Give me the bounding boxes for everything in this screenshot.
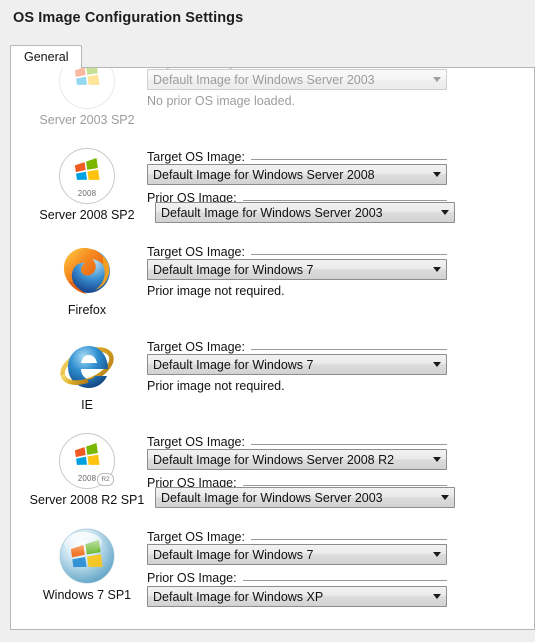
internet-explorer-icon bbox=[59, 338, 115, 394]
prior-os-image-dropdown-windows-7-sp1[interactable]: Default Image for Windows XP bbox=[147, 586, 447, 607]
target-os-image-value: Default Image for Windows 7 bbox=[153, 357, 314, 372]
os-caption-server-2008-r2-sp1: Server 2008 R2 SP1 bbox=[29, 493, 145, 507]
windows-server-2003-icon bbox=[59, 67, 115, 109]
row-separator bbox=[11, 614, 534, 615]
page-title: OS Image Configuration Settings bbox=[13, 10, 244, 26]
windows-orb-icon bbox=[59, 528, 115, 584]
label-rule bbox=[250, 254, 447, 255]
os-caption-ie: IE bbox=[81, 398, 93, 412]
windows-flag-icon bbox=[70, 67, 104, 92]
firefox-logo-icon bbox=[63, 247, 110, 294]
label-rule bbox=[250, 349, 447, 350]
chevron-down-icon[interactable] bbox=[435, 203, 454, 222]
prior-os-image-dropdown-server-2008-r2-sp1[interactable]: Default Image for Windows Server 2003 bbox=[155, 487, 455, 508]
os-row-windows-7-sp1: Windows 7 SP1 Target OS Image: Default I… bbox=[11, 520, 534, 615]
chevron-down-icon[interactable] bbox=[427, 260, 446, 279]
prior-os-image-label: Prior OS Image: bbox=[147, 571, 237, 585]
label-rule bbox=[250, 539, 447, 540]
chevron-down-icon[interactable] bbox=[427, 70, 446, 89]
r2-badge: R2 bbox=[97, 473, 114, 486]
label-rule bbox=[242, 200, 447, 201]
target-os-image-value: Default Image for Windows 7 bbox=[153, 547, 314, 562]
os-row-server-2003-sp2: Server 2003 SP2 Target OS Image: Default… bbox=[11, 67, 534, 140]
os-row-firefox: Firefox Target OS Image: Default Image f… bbox=[11, 235, 534, 330]
target-os-image-dropdown-server-2008-r2-sp1[interactable]: Default Image for Windows Server 2008 R2 bbox=[147, 449, 447, 470]
settings-panel: Server 2003 SP2 Target OS Image: Default… bbox=[10, 67, 535, 630]
label-rule bbox=[242, 485, 447, 486]
os-icon-block-server-2008-r2-sp1: 2008 R2 Server 2008 R2 SP1 bbox=[30, 433, 144, 507]
firefox-icon bbox=[59, 243, 115, 299]
prior-image-note-server-2003-sp2: No prior OS image loaded. bbox=[147, 94, 295, 108]
target-label-line-windows-7-sp1: Target OS Image: bbox=[147, 526, 447, 544]
windows-server-2008-r2-icon: 2008 R2 bbox=[59, 433, 115, 489]
os-icon-block-firefox: Firefox bbox=[44, 243, 130, 317]
os-caption-server-2003-sp2: Server 2003 SP2 bbox=[39, 113, 135, 127]
label-rule bbox=[250, 159, 447, 160]
target-os-image-label: Target OS Image: bbox=[147, 530, 245, 544]
os-row-server-2008-sp2: 2008 Server 2008 SP2 Target OS Image: De… bbox=[11, 140, 534, 235]
prior-image-note-ie: Prior image not required. bbox=[147, 379, 285, 393]
internet-explorer-logo-icon bbox=[60, 346, 114, 388]
tab-general[interactable]: General bbox=[10, 45, 83, 68]
chevron-down-icon[interactable] bbox=[427, 587, 446, 606]
prior-os-image-value: Default Image for Windows Server 2003 bbox=[161, 205, 383, 220]
badge-year-label: 2008 bbox=[77, 189, 97, 198]
os-caption-windows-7-sp1: Windows 7 SP1 bbox=[42, 588, 132, 602]
windows-server-2008-icon: 2008 bbox=[59, 148, 115, 204]
os-row-server-2008-r2-sp1: 2008 R2 Server 2008 R2 SP1 Target OS Ima… bbox=[11, 425, 534, 520]
target-os-image-dropdown-windows-7-sp1[interactable]: Default Image for Windows 7 bbox=[147, 544, 447, 565]
prior-image-note-firefox: Prior image not required. bbox=[147, 284, 285, 298]
chevron-down-icon[interactable] bbox=[427, 355, 446, 374]
tab-general-label: General bbox=[24, 50, 69, 64]
target-os-image-label: Target OS Image: bbox=[147, 340, 245, 354]
os-image-configuration-window: OS Image Configuration Settings General … bbox=[0, 0, 535, 642]
prior-os-image-dropdown-server-2008-sp2[interactable]: Default Image for Windows Server 2003 bbox=[155, 202, 455, 223]
target-os-image-dropdown-server-2003-sp2[interactable]: Default Image for Windows Server 2003 bbox=[147, 69, 447, 90]
os-icon-block-server-2008-sp2: 2008 Server 2008 SP2 bbox=[39, 148, 135, 222]
target-os-image-label: Target OS Image: bbox=[147, 150, 245, 164]
target-os-image-dropdown-ie[interactable]: Default Image for Windows 7 bbox=[147, 354, 447, 375]
target-os-image-dropdown-firefox[interactable]: Default Image for Windows 7 bbox=[147, 259, 447, 280]
chevron-down-icon[interactable] bbox=[435, 488, 454, 507]
chevron-down-icon[interactable] bbox=[427, 545, 446, 564]
os-caption-server-2008-sp2: Server 2008 SP2 bbox=[39, 208, 135, 222]
label-rule bbox=[242, 580, 447, 581]
windows-flag-icon bbox=[70, 440, 104, 472]
chevron-down-icon[interactable] bbox=[427, 450, 446, 469]
target-os-image-value: Default Image for Windows Server 2003 bbox=[153, 72, 375, 87]
prior-label-line-windows-7-sp1: Prior OS Image: bbox=[147, 567, 447, 585]
target-label-line-server-2008-r2-sp1: Target OS Image: bbox=[147, 431, 447, 449]
target-os-image-value: Default Image for Windows 7 bbox=[153, 262, 314, 277]
os-row-ie: IE Target OS Image: Default Image for Wi… bbox=[11, 330, 534, 425]
os-icon-block-ie: IE bbox=[44, 338, 130, 412]
target-label-line-firefox: Target OS Image: bbox=[147, 241, 447, 259]
windows-flag-icon bbox=[70, 155, 104, 187]
tab-strip-rule bbox=[10, 67, 535, 68]
os-icon-block-server-2003-sp2: Server 2003 SP2 bbox=[39, 67, 135, 127]
target-os-image-label: Target OS Image: bbox=[147, 435, 245, 449]
target-label-line-ie: Target OS Image: bbox=[147, 336, 447, 354]
os-row-list: Server 2003 SP2 Target OS Image: Default… bbox=[11, 67, 534, 615]
target-label-line-server-2008-sp2: Target OS Image: bbox=[147, 146, 447, 164]
target-os-image-value: Default Image for Windows Server 2008 R2 bbox=[153, 452, 395, 467]
target-os-image-label: Target OS Image: bbox=[147, 245, 245, 259]
os-caption-firefox: Firefox bbox=[67, 303, 107, 317]
windows-7-icon bbox=[59, 528, 115, 584]
chevron-down-icon[interactable] bbox=[427, 165, 446, 184]
os-icon-block-windows-7-sp1: Windows 7 SP1 bbox=[43, 528, 131, 602]
tab-strip: General bbox=[10, 45, 535, 69]
prior-os-image-value: Default Image for Windows XP bbox=[153, 589, 324, 604]
prior-os-image-value: Default Image for Windows Server 2003 bbox=[161, 490, 383, 505]
target-os-image-dropdown-server-2008-sp2[interactable]: Default Image for Windows Server 2008 bbox=[147, 164, 447, 185]
target-os-image-value: Default Image for Windows Server 2008 bbox=[153, 167, 375, 182]
label-rule bbox=[250, 444, 447, 445]
